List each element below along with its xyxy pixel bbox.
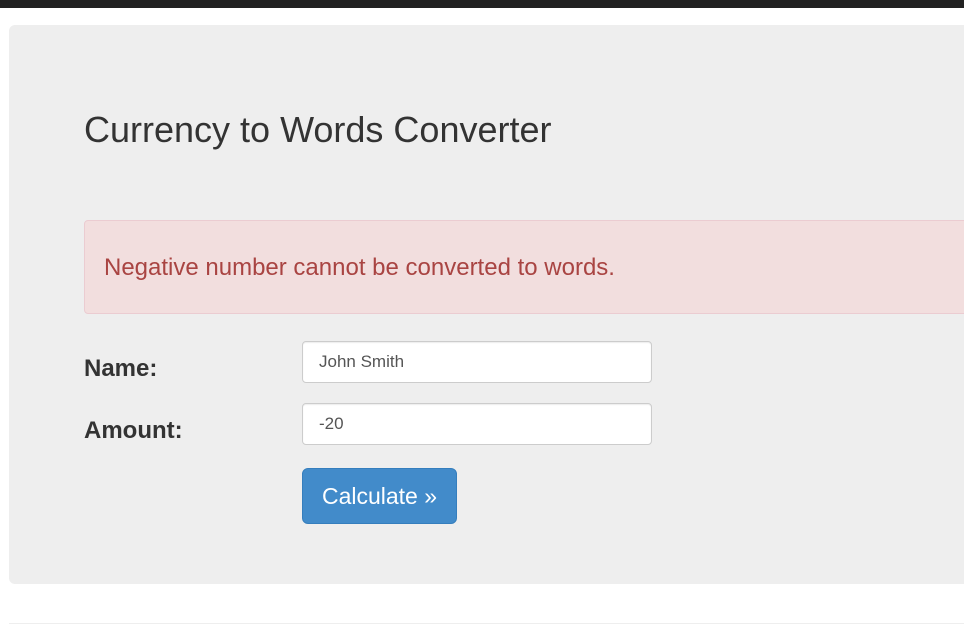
calculate-button[interactable]: Calculate » [302, 468, 457, 524]
amount-label: Amount: [84, 417, 183, 444]
footer-divider [9, 623, 964, 624]
amount-input[interactable] [302, 403, 652, 445]
page-title: Currency to Words Converter [84, 109, 552, 150]
error-alert-message: Negative number cannot be converted to w… [104, 254, 615, 281]
name-label: Name: [84, 355, 158, 382]
error-alert: Negative number cannot be converted to w… [84, 220, 964, 314]
top-navbar [0, 0, 964, 8]
name-input[interactable] [302, 341, 652, 383]
